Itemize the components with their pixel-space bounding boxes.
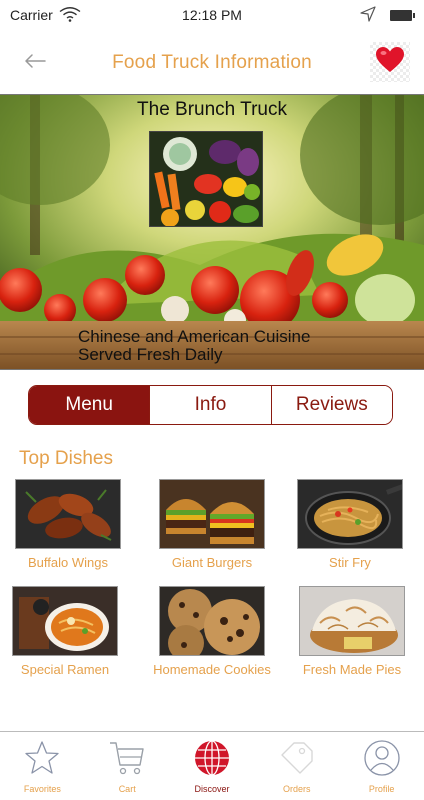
globe-icon (192, 738, 232, 778)
tab-discover[interactable]: Discover (170, 732, 255, 800)
cart-icon (107, 738, 147, 778)
truck-tagline: Chinese and American Cuisine Served Fres… (78, 328, 310, 364)
tagline-line-2: Served Fresh Daily (78, 345, 223, 364)
wifi-icon (59, 6, 81, 25)
tab-label: Orders (283, 784, 311, 794)
dish-label: Fresh Made Pies (302, 662, 402, 677)
tab-favorites[interactable]: Favorites (0, 732, 85, 800)
dish-label: Giant Burgers (171, 555, 253, 570)
tab-label: Discover (194, 784, 230, 794)
heart-icon (375, 46, 405, 79)
tab-label: Profile (368, 784, 395, 794)
carrier-label: Carrier (10, 7, 53, 23)
dish-buffalo-wings[interactable]: Buffalo Wings (8, 479, 128, 570)
tab-orders[interactable]: Orders (254, 732, 339, 800)
tagline-line-1: Chinese and American Cuisine (78, 327, 311, 346)
dish-label: Special Ramen (20, 662, 110, 677)
battery-icon (390, 9, 415, 21)
special-ramen-image (12, 586, 118, 656)
giant-burgers-image (159, 479, 265, 549)
dish-fresh-made-pies[interactable]: Fresh Made Pies (292, 586, 412, 677)
tab-info[interactable]: Info (150, 386, 272, 424)
segmented-control: Menu Info Reviews (28, 385, 393, 425)
nav-bar: Food Truck Information (0, 36, 424, 90)
hero-banner: The Brunch Truck Chinese and American Cu… (0, 94, 424, 370)
dish-label: Buffalo Wings (28, 555, 108, 570)
location-icon (360, 5, 376, 25)
truck-name: The Brunch Truck (137, 99, 287, 120)
top-dishes-title: Top Dishes (19, 448, 113, 469)
fresh-made-pies-image (299, 586, 405, 656)
status-bar: Carrier 12:18 PM (0, 0, 424, 30)
homemade-cookies-image (159, 586, 265, 656)
tab-label: Cart (118, 784, 136, 794)
page-title: Food Truck Information (112, 52, 312, 73)
buffalo-wings-image (15, 479, 121, 549)
dish-giant-burgers[interactable]: Giant Burgers (152, 479, 272, 570)
tab-cart[interactable]: Cart (85, 732, 170, 800)
truck-logo-image (149, 131, 263, 227)
tab-label: Favorites (23, 784, 61, 794)
user-icon (362, 738, 402, 778)
bottom-tab-bar: Favorites Cart Discover Orders Profile (0, 731, 424, 800)
arrow-left-icon (24, 53, 46, 74)
favorite-button[interactable] (370, 42, 410, 82)
stir-fry-image (297, 479, 403, 549)
tab-profile[interactable]: Profile (339, 732, 424, 800)
dish-stir-fry[interactable]: Stir Fry (290, 479, 410, 570)
star-icon (22, 738, 62, 778)
tab-reviews[interactable]: Reviews (271, 386, 392, 424)
status-right (360, 5, 415, 25)
dish-special-ramen[interactable]: Special Ramen (5, 586, 125, 677)
dish-homemade-cookies[interactable]: Homemade Cookies (152, 586, 272, 677)
tag-icon (277, 738, 317, 778)
tab-menu[interactable]: Menu (29, 386, 151, 424)
dish-label: Stir Fry (329, 555, 371, 570)
status-left: Carrier (10, 6, 81, 25)
back-button[interactable] (22, 50, 48, 76)
dish-label: Homemade Cookies (153, 662, 271, 677)
